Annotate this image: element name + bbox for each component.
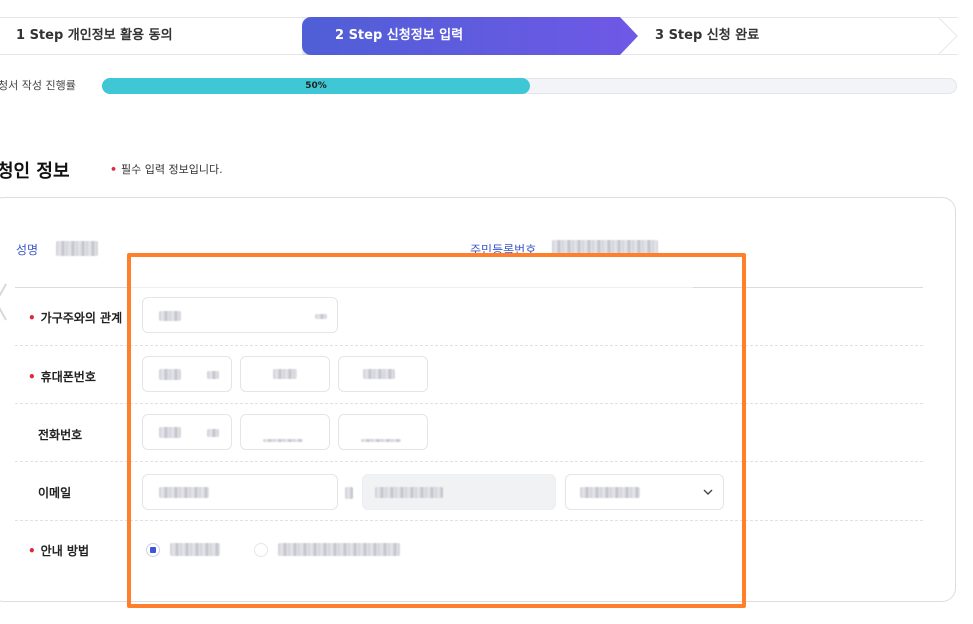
mobile-last-redacted: [363, 369, 395, 379]
name-value-redacted: [56, 241, 98, 256]
mobile-label-text: 휴대폰번호: [40, 370, 96, 384]
relation-value-redacted: [159, 311, 181, 321]
required-note: • 필수 입력 정보입니다.: [110, 161, 223, 177]
required-dot: •: [28, 370, 36, 384]
section-title: 청인 정보: [0, 161, 70, 182]
progress-value: 50%: [305, 81, 327, 91]
email-select-redacted: [580, 487, 640, 498]
email-id-redacted: [159, 487, 209, 498]
mobile-label: • 휴대폰번호: [28, 368, 96, 385]
row-divider: [15, 461, 923, 462]
required-note-text: 필수 입력 정보입니다.: [121, 163, 223, 176]
chevron-down-icon: [703, 489, 713, 495]
step-end-arrow-icon: [938, 17, 958, 55]
relation-label: • 가구주와의 관계: [28, 309, 122, 326]
notice-radio-1[interactable]: [146, 543, 160, 557]
name-label: 성명: [16, 243, 39, 257]
email-id-input[interactable]: [142, 474, 338, 510]
overlay-band: [131, 574, 693, 600]
at-sign: [345, 487, 353, 499]
notice-option-2-redacted: [278, 543, 400, 556]
rrn-label: 주민등록번호: [470, 243, 537, 257]
row-divider: [15, 403, 923, 404]
required-dot: •: [28, 311, 36, 325]
notice-label: • 안내 방법: [28, 542, 89, 559]
email-domain-select[interactable]: [565, 474, 724, 510]
overlay-band: [131, 259, 693, 289]
rrn-value-redacted: [552, 240, 658, 255]
progress-label: 청서 작성 진행률: [0, 79, 76, 92]
relation-label-text: 가구주와의 관계: [40, 311, 123, 325]
chevron-left-icon: [0, 283, 7, 321]
email-domain-input[interactable]: [362, 474, 556, 510]
email-domain-redacted: [375, 487, 443, 498]
notice-option-1-redacted: [170, 543, 220, 556]
phone-prefix-caret: [207, 429, 219, 437]
notice-radio-2[interactable]: [254, 543, 268, 557]
phone-last-input[interactable]: [338, 414, 428, 450]
step-2-label: 2 Step 신청정보 입력: [335, 28, 464, 43]
phone-last-placeholder: [361, 439, 401, 442]
phone-label: 전화번호: [38, 428, 83, 442]
phone-prefix-redacted: [159, 427, 181, 438]
required-dot: •: [110, 163, 118, 176]
mobile-middle-input[interactable]: [240, 356, 330, 392]
phone-prefix-select[interactable]: [142, 414, 232, 450]
relation-select[interactable]: [142, 297, 338, 333]
row-divider: [15, 345, 923, 346]
notice-label-text: 안내 방법: [40, 544, 90, 558]
mobile-last-input[interactable]: [338, 356, 428, 392]
row-divider: [15, 520, 923, 521]
mobile-prefix-select[interactable]: [142, 356, 232, 392]
required-dot: •: [28, 544, 36, 558]
step-1: 1 Step 개인정보 활용 동의: [16, 28, 173, 43]
mobile-middle-redacted: [273, 369, 297, 379]
step-3: 3 Step 신청 완료: [655, 28, 760, 43]
step-indicator: 1 Step 개인정보 활용 동의 2 Step 신청정보 입력 3 Step …: [0, 17, 973, 55]
relation-caret: [315, 314, 327, 319]
mobile-prefix-redacted: [159, 369, 181, 380]
email-label: 이메일: [38, 486, 72, 500]
step-2-active: 2 Step 신청정보 입력: [302, 17, 638, 55]
phone-middle-placeholder: [263, 439, 303, 442]
mobile-prefix-caret: [207, 371, 219, 379]
phone-middle-input[interactable]: [240, 414, 330, 450]
